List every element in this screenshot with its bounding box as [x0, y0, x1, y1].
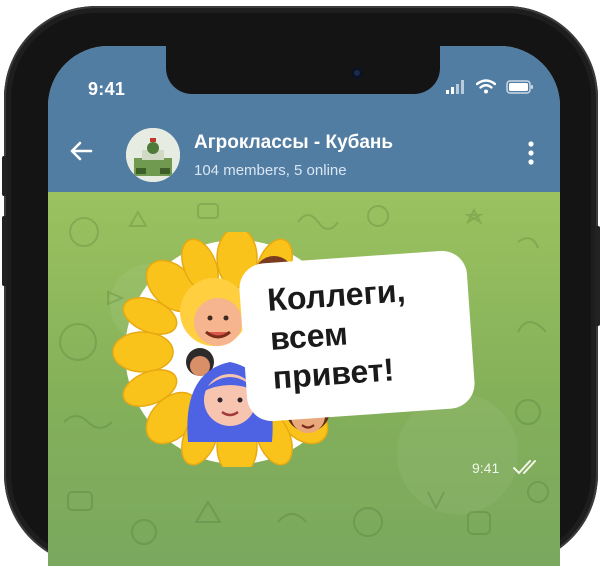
message-time: 9:41 [472, 460, 500, 476]
phone-side-button [2, 156, 7, 196]
phone-frame: 9:41 Агроклассы - Кубань 104 members, 5 … [2, 6, 600, 566]
camera [351, 67, 363, 79]
phone-volume-up [2, 216, 7, 286]
status-bar: 9:41 [48, 46, 560, 110]
back-arrow-icon[interactable] [68, 138, 94, 164]
sticker-text: Коллеги, всем привет! [266, 271, 412, 397]
status-icons [446, 79, 534, 94]
more-vert-icon[interactable] [526, 140, 536, 166]
group-avatar-image [126, 128, 180, 182]
screen: 9:41 Агроклассы - Кубань 104 members, 5 … [48, 46, 560, 566]
signal-icon [446, 79, 464, 94]
phone-power-button [595, 226, 600, 326]
status-time: 9:41 [88, 79, 126, 99]
notch [166, 46, 440, 94]
chat-header: Агроклассы - Кубань 104 members, 5 onlin… [48, 110, 560, 192]
group-avatar[interactable] [126, 128, 180, 182]
battery-icon [506, 79, 533, 94]
double-check-icon [513, 460, 536, 474]
chat-subtitle: 104 members, 5 online [194, 162, 347, 179]
wifi-icon [476, 79, 496, 94]
chat-title[interactable]: Агроклассы - Кубань [194, 132, 393, 154]
chat-area: Коллеги, всем привет! 9:41 [48, 192, 560, 566]
